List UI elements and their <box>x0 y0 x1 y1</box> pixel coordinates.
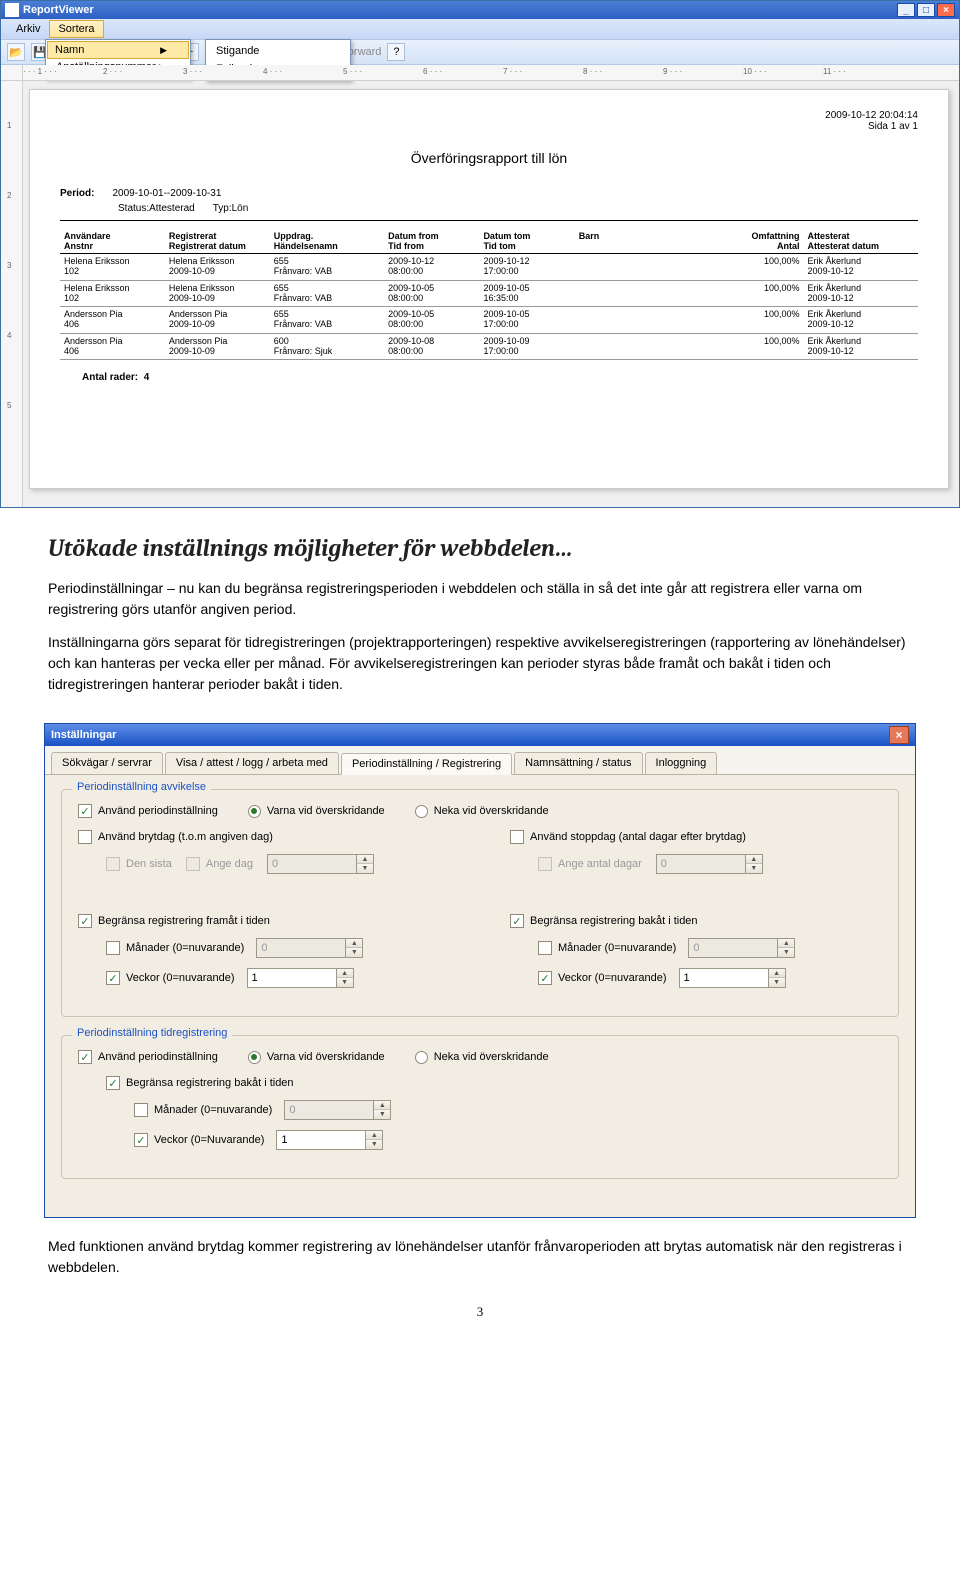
group-avvikelse: Periodinställning avvikelse ✓Använd peri… <box>61 789 899 1017</box>
spin-ange-dag: ▲▼ <box>267 854 374 874</box>
chk-use-period-tid[interactable]: ✓Använd periodinställning <box>78 1050 218 1064</box>
period-label: Period: <box>60 188 94 199</box>
spin-veckor-bak-avv[interactable]: ▲▼ <box>679 968 786 988</box>
table-row: Helena Eriksson102Helena Eriksson2009-10… <box>60 280 918 305</box>
dlg-body: Periodinställning avvikelse ✓Använd peri… <box>45 775 915 1217</box>
tool-help-icon[interactable]: ? <box>387 43 405 61</box>
tool-open-icon[interactable]: 📂 <box>7 43 25 61</box>
chk-ange-dag: Ange dag <box>186 857 253 871</box>
rad-warn-tid[interactable]: Varna vid överskridande <box>248 1051 385 1064</box>
rad-deny-avv[interactable]: Neka vid överskridande <box>415 805 549 818</box>
submenu-stigande[interactable]: Stigande <box>208 42 348 60</box>
table-row: Andersson Pia406Andersson Pia2009-10-096… <box>60 333 918 358</box>
spin-veckor-tid[interactable]: ▲▼ <box>276 1130 383 1150</box>
dlg-title: Inställningar <box>51 729 116 741</box>
chk-begransa-bak-tid[interactable]: ✓Begränsa registrering bakåt i tiden <box>78 1076 882 1090</box>
tab-visa[interactable]: Visa / attest / logg / arbeta med <box>165 752 339 774</box>
document-body-2: Med funktionen använd brytdag kommer reg… <box>0 1218 960 1332</box>
chk-stoppdag[interactable]: Använd stoppdag (antal dagar efter brytd… <box>510 830 882 844</box>
report-footer: Antal rader: 4 <box>60 372 918 383</box>
rad-warn-avv[interactable]: Varna vid överskridande <box>248 805 385 818</box>
settings-dialog: Inställningar × Sökvägar / servrar Visa … <box>44 723 916 1218</box>
submenu-namn[interactable]: Namn▶ <box>47 41 189 59</box>
chk-veckor-fwd[interactable]: ✓Veckor (0=nuvarande) <box>106 971 235 985</box>
tab-sokvagar[interactable]: Sökvägar / servrar <box>51 752 163 774</box>
tab-inloggning[interactable]: Inloggning <box>645 752 718 774</box>
spin-manader-bak-avv[interactable]: ▲▼ <box>688 938 795 958</box>
rv-body: 1 2 3 4 5 2009-10-12 20:04:14 Sida 1 av … <box>1 81 959 507</box>
table-row: Helena Eriksson102Helena Eriksson2009-10… <box>60 254 918 279</box>
table-row: Andersson Pia406Andersson Pia2009-10-096… <box>60 307 918 332</box>
minimize-button[interactable]: _ <box>897 3 915 17</box>
doc-heading: Utökade inställnings möjligheter för web… <box>48 534 912 562</box>
app-icon <box>5 3 19 17</box>
typ-label: Typ:Lön <box>213 203 249 214</box>
dlg-titlebar: Inställningar × <box>45 724 915 746</box>
spin-veckor-fwd[interactable]: ▲▼ <box>247 968 354 988</box>
chk-brytdag[interactable]: Använd brytdag (t.o.m angiven dag) <box>78 830 450 844</box>
doc-para-1: Periodinställningar – nu kan du begränsa… <box>48 578 912 620</box>
rv-menubar: Arkiv Sortera <box>1 19 959 39</box>
chk-begransa-fwd[interactable]: ✓Begränsa registrering framåt i tiden <box>78 914 450 928</box>
chk-manader-tid[interactable]: Månader (0=nuvarande) <box>134 1103 272 1117</box>
chk-ange-antal: Ange antal dagar <box>538 857 642 871</box>
group-tidreg-title: Periodinställning tidregistrering <box>72 1027 232 1039</box>
vertical-ruler: 1 2 3 4 5 <box>1 81 23 507</box>
spin-manader-tid[interactable]: ▲▼ <box>284 1100 391 1120</box>
tab-period[interactable]: Periodinställning / Registrering <box>341 753 512 775</box>
chk-manader-bak-avv[interactable]: Månader (0=nuvarande) <box>538 941 676 955</box>
close-button[interactable]: × <box>937 3 955 17</box>
doc-para-2: Inställningarna görs separat för tidregi… <box>48 632 912 695</box>
page-number: 3 <box>48 1304 912 1320</box>
chk-use-period-avv[interactable]: ✓Använd periodinställning <box>78 804 218 818</box>
dlg-tabs: Sökvägar / servrar Visa / attest / logg … <box>45 746 915 775</box>
document-body: Utökade inställnings möjligheter för web… <box>0 508 960 719</box>
spin-ange-antal: ▲▼ <box>656 854 763 874</box>
dlg-close-button[interactable]: × <box>889 726 909 744</box>
menu-arkiv[interactable]: Arkiv <box>7 20 49 38</box>
report-title: Överföringsrapport till lön <box>60 150 918 166</box>
doc-para-3: Med funktionen använd brytdag kommer reg… <box>48 1236 912 1278</box>
chk-veckor-tid[interactable]: ✓Veckor (0=Nuvarande) <box>134 1133 264 1147</box>
chevron-right-icon: ▶ <box>160 45 167 56</box>
group-avvikelse-title: Periodinställning avvikelse <box>72 781 211 793</box>
group-tidreg: Periodinställning tidregistrering ✓Använ… <box>61 1035 899 1179</box>
report-timestamp: 2009-10-12 20:04:14 <box>825 110 918 121</box>
chk-begransa-bak-avv[interactable]: ✓Begränsa registrering bakåt i tiden <box>510 914 882 928</box>
rad-deny-tid[interactable]: Neka vid överskridande <box>415 1051 549 1064</box>
report-page: 2009-10-12 20:04:14 Sida 1 av 1 Överföri… <box>29 89 949 489</box>
spin-manader-fwd[interactable]: ▲▼ <box>256 938 363 958</box>
chk-veckor-bak-avv[interactable]: ✓Veckor (0=nuvarande) <box>538 971 667 985</box>
period-value: 2009-10-01--2009-10-31 <box>112 188 221 199</box>
chk-manader-fwd[interactable]: Månader (0=nuvarande) <box>106 941 244 955</box>
window-title: ReportViewer <box>23 4 94 16</box>
report-viewer-window: ReportViewer _ □ × Arkiv Sortera Namn▶ A… <box>0 0 960 508</box>
chk-den-sista: Den sista <box>106 857 172 871</box>
rv-titlebar: ReportViewer _ □ × <box>1 1 959 19</box>
horizontal-ruler: · · · 1 · · · 2 · · · 3 · · · 4 · · · 5 … <box>1 65 959 81</box>
maximize-button[interactable]: □ <box>917 3 935 17</box>
tab-namn[interactable]: Namnsättning / status <box>514 752 642 774</box>
status-label: Status:Attesterad <box>118 203 195 214</box>
menu-sortera[interactable]: Sortera <box>49 20 103 38</box>
report-page-label: Sida 1 av 1 <box>825 121 918 132</box>
report-table: AnvändareAnstnr RegistreratRegistrerat d… <box>60 229 918 360</box>
